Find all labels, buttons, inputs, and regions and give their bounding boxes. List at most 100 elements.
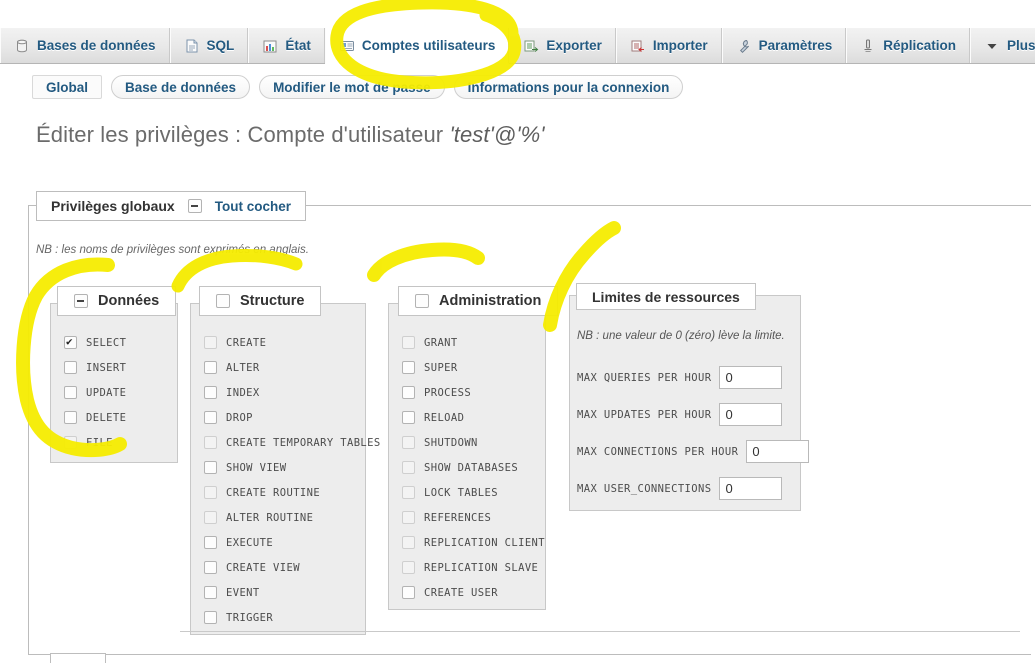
privilege-checkbox-update[interactable] [64,386,77,399]
privilege-row[interactable]: LOCK TABLES [389,480,545,505]
privilege-row[interactable]: SELECT [51,330,177,355]
resource-label: MAX UPDATES PER HOUR [577,408,712,421]
privilege-checkbox-create-user[interactable] [402,586,415,599]
privilege-row[interactable]: REFERENCES [389,505,545,530]
privilege-row[interactable]: EVENT [191,580,365,605]
tab-replication[interactable]: Réplication [846,28,970,63]
max-updates-per-hour-input[interactable] [719,403,783,426]
tab-label: État [285,37,311,53]
subnav-item-modifier-mot-de-passe[interactable]: Modifier le mot de passe [259,75,445,99]
subnav-item-informations-connexion[interactable]: Informations pour la connexion [453,75,684,99]
privilege-row[interactable]: TRIGGER [191,605,365,630]
page-title-user: 'test'@'%' [449,122,545,147]
tab-label: Paramètres [758,37,833,53]
privilege-row[interactable]: CREATE ROUTINE [191,480,365,505]
panel-donnees-list: SELECT INSERT UPDATE DELETE FILE [51,304,177,465]
privilege-row[interactable]: FILE [51,430,177,455]
privilege-checkbox-show-view[interactable] [204,461,217,474]
privilege-label: PROCESS [424,386,472,399]
check-all-checkbox[interactable] [187,199,202,213]
privilege-row[interactable]: SHOW DATABASES [389,455,545,480]
privilege-label: SUPER [424,361,458,374]
resource-row-max-updates: MAX UPDATES PER HOUR [577,403,783,426]
privilege-row[interactable]: INDEX [191,380,365,405]
privilege-row[interactable]: ALTER [191,355,365,380]
tab-etat[interactable]: État [248,28,325,63]
privilege-checkbox-shutdown[interactable] [402,436,415,449]
privilege-checkbox-super[interactable] [402,361,415,374]
privilege-checkbox-select[interactable] [64,335,77,349]
panel-resource-limits: NB : une valeur de 0 (zéro) lève la limi… [569,295,810,511]
privilege-checkbox-drop[interactable] [204,411,217,424]
tab-sql[interactable]: SQL [169,28,249,63]
check-all-link[interactable]: Tout cocher [215,199,291,214]
max-connections-per-hour-input[interactable] [746,440,810,463]
privilege-checkbox-create-temporary-tables[interactable] [204,436,217,449]
subnav-item-global[interactable]: Global [32,75,103,99]
privilege-checkbox-create-routine[interactable] [204,486,217,499]
resource-row-max-queries: MAX QUERIES PER HOUR [577,366,783,389]
privilege-label: SELECT [86,336,127,349]
privilege-checkbox-delete[interactable] [64,411,77,424]
privilege-checkbox-file[interactable] [64,436,77,449]
privilege-checkbox-create-view[interactable] [204,561,217,574]
wrench-icon [736,38,752,54]
privilege-checkbox-references[interactable] [402,511,415,524]
privilege-row[interactable]: DELETE [51,405,177,430]
privilege-checkbox-reload[interactable] [402,411,415,424]
privilege-checkbox-lock-tables[interactable] [402,486,415,499]
execute-button-partial[interactable] [50,653,106,663]
privilege-row[interactable]: CREATE [191,330,365,355]
privilege-row[interactable]: EXECUTE [191,530,365,555]
privilege-label: DROP [226,411,253,424]
privilege-checkbox-grant[interactable] [402,336,415,349]
privilege-checkbox-process[interactable] [402,386,415,399]
privilege-row[interactable]: SUPER [389,355,545,380]
privilege-checkbox-replication-client[interactable] [402,536,415,549]
privilege-checkbox-show-databases[interactable] [402,461,415,474]
privilege-checkbox-execute[interactable] [204,536,217,549]
privilege-row[interactable]: GRANT [389,330,545,355]
privilege-row[interactable]: CREATE USER [389,580,545,605]
privilege-checkbox-replication-slave[interactable] [402,561,415,574]
privilege-row[interactable]: REPLICATION CLIENT [389,530,545,555]
privilege-checkbox-alter[interactable] [204,361,217,374]
privilege-row[interactable]: PROCESS [389,380,545,405]
privilege-label: SHOW VIEW [226,461,287,474]
privilege-checkbox-insert[interactable] [64,361,77,374]
max-queries-per-hour-input[interactable] [719,366,783,389]
privilege-row[interactable]: CREATE TEMPORARY TABLES [191,430,380,455]
privilege-row[interactable]: REPLICATION SLAVE [389,555,545,580]
privilege-row[interactable]: DROP [191,405,365,430]
global-privileges-legend: Privilèges globaux Tout cocher [36,191,306,221]
tab-exporter[interactable]: Exporter [509,28,616,63]
export-icon [523,38,539,54]
panel-donnees-toggle-checkbox[interactable] [74,294,88,308]
privilege-row[interactable]: SHUTDOWN [389,430,545,455]
privilege-checkbox-alter-routine[interactable] [204,511,217,524]
privilege-checkbox-trigger[interactable] [204,611,217,624]
chevron-down-icon [984,38,1000,54]
privilege-checkbox-create[interactable] [204,336,217,349]
tab-bases-de-donnees[interactable]: Bases de données [0,28,170,63]
tab-plus[interactable]: Plus [969,28,1035,63]
privilege-row[interactable]: RELOAD [389,405,545,430]
tab-comptes-utilisateurs[interactable]: Comptes utilisateurs [324,28,510,64]
privilege-row[interactable]: INSERT [51,355,177,380]
privilege-row[interactable]: UPDATE [51,380,177,405]
panel-administration-toggle-checkbox[interactable] [415,294,429,308]
privilege-row[interactable]: CREATE VIEW [191,555,365,580]
panel-structure-toggle-checkbox[interactable] [216,294,230,308]
subnav-item-base-de-donnees[interactable]: Base de données [111,75,251,99]
privilege-checkbox-event[interactable] [204,586,217,599]
tab-importer[interactable]: Importer [615,28,722,63]
database-icon [14,38,30,54]
tab-parametres[interactable]: Paramètres [721,28,847,63]
panel-administration-legend-label: Administration [439,293,542,309]
resource-label: MAX QUERIES PER HOUR [577,371,712,384]
max-user-connections-input[interactable] [719,477,783,500]
privilege-row[interactable]: ALTER ROUTINE [191,505,365,530]
privilege-checkbox-index[interactable] [204,386,217,399]
privilege-row[interactable]: SHOW VIEW [191,455,365,480]
panel-donnees: SELECT INSERT UPDATE DELETE FILE [50,303,178,463]
